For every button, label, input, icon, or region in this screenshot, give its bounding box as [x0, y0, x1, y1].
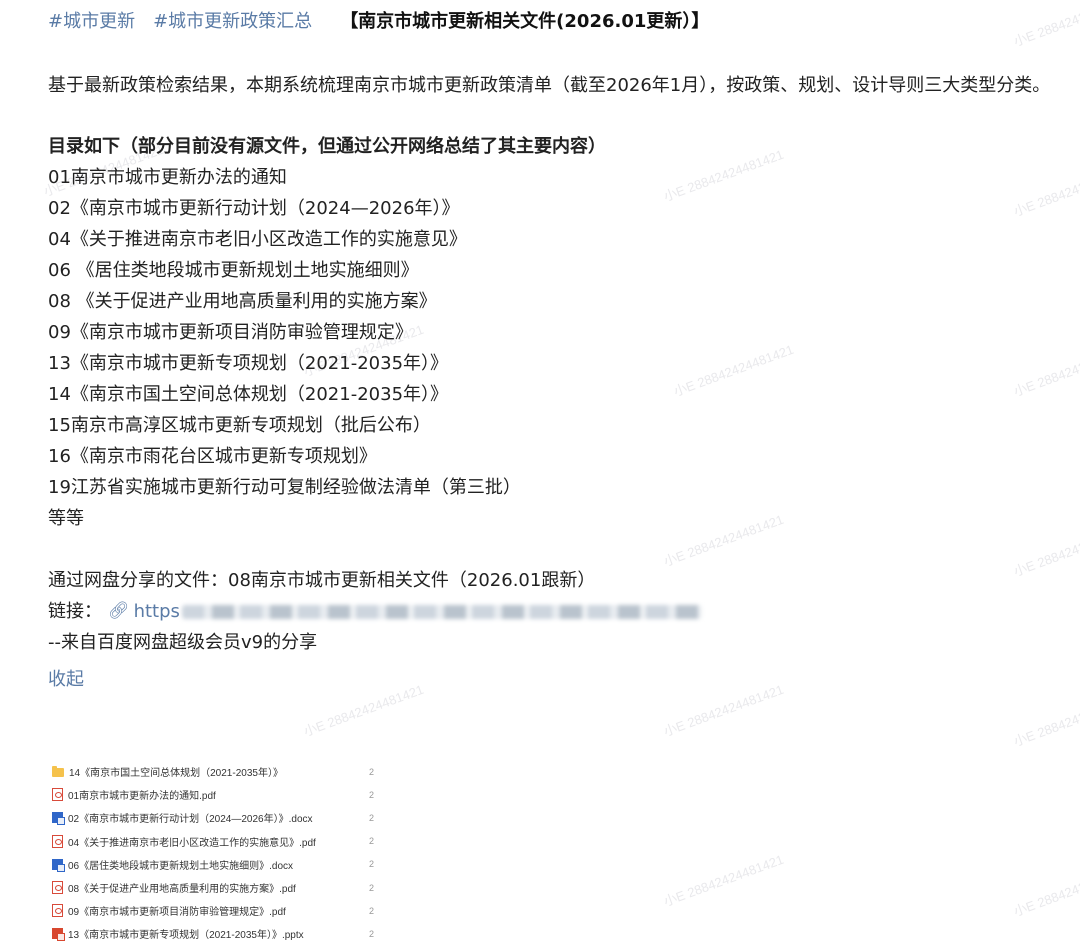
toc-heading: 目录如下（部分目前没有源文件，但通过公开网络总结了其主要内容）	[48, 136, 606, 157]
file-name: 08《关于促进产业用地高质量利用的实施方案》.pdf	[68, 884, 296, 896]
hashtag-link[interactable]: #城市更新	[48, 7, 135, 33]
file-name: 01南京市城市更新办法的通知.pdf	[68, 791, 216, 803]
file-row[interactable]: 14《南京市国土空间总体规划（2021-2035年）》 2	[52, 760, 382, 783]
file-name: 04《关于推进南京市老旧小区改造工作的实施意见》.pdf	[68, 837, 316, 849]
toc-item: 15南京市高淳区城市更新专项规划（批后公布）	[48, 415, 431, 436]
share-info: 通过网盘分享的文件：08南京市城市更新相关文件（2026.01跟新）	[48, 570, 596, 591]
file-name: 13《南京市城市更新专项规划（2021-2035年）》.pptx	[68, 930, 304, 942]
hashtag-link[interactable]: #城市更新政策汇总	[153, 7, 312, 33]
file-column: 2	[368, 812, 374, 823]
file-name: 02《南京市城市更新行动计划（2024—2026年）》.docx	[68, 814, 313, 826]
pdf-icon	[52, 788, 63, 802]
toc-item: 13《南京市城市更新专项规划（2021-2035年）》	[48, 353, 449, 374]
file-name: 06《居住类地段城市更新规划土地实施细则》.docx	[68, 860, 294, 872]
watermark: 小E 28842424481421	[1011, 861, 1080, 920]
file-column: 2	[368, 859, 374, 870]
file-row[interactable]: 01南京市城市更新办法的通知.pdf 2	[52, 783, 382, 806]
link-label: 链接：	[48, 601, 102, 622]
word-doc-icon	[52, 812, 65, 826]
collapse-link[interactable]: 收起	[48, 664, 1058, 695]
toc-item: 16《南京市雨花台区城市更新专项规划》	[48, 446, 377, 467]
file-list: 14《南京市国土空间总体规划（2021-2035年）》 2 01南京市城市更新办…	[52, 760, 382, 946]
post-title: 【南京市城市更新相关文件(2026.01更新）】	[340, 11, 710, 32]
pdf-icon	[52, 904, 63, 918]
file-column: 2	[368, 836, 374, 847]
file-row[interactable]: 09《南京市城市更新项目消防审验管理规定》.pdf 2	[52, 899, 382, 922]
pdf-icon	[52, 881, 63, 895]
file-row[interactable]: 13《南京市城市更新专项规划（2021-2035年）》.pptx 2	[52, 922, 382, 945]
file-row[interactable]: 06《居住类地段城市更新规划土地实施细则》.docx 2	[52, 853, 382, 876]
toc-item: 19江苏省实施城市更新行动可复制经验做法清单（第三批）	[48, 477, 521, 498]
word-doc-icon	[52, 858, 65, 872]
watermark: 小E 28842424481421	[1011, 691, 1080, 750]
toc-item: 06 《居住类地段城市更新规划土地实施细则》	[48, 260, 419, 281]
source-line: --来自百度网盘超级会员v9的分享	[48, 632, 318, 653]
watermark: 小E 28842424481421	[661, 851, 786, 910]
toc-item: 02《南京市城市更新行动计划（2024—2026年）》	[48, 198, 460, 219]
toc-item: 等等	[48, 508, 84, 529]
powerpoint-icon	[52, 928, 65, 942]
toc-item: 14《南京市国土空间总体规划（2021-2035年）》	[48, 384, 449, 405]
file-column: 2	[368, 905, 374, 916]
toc-item: 09《南京市城市更新项目消防审验管理规定》	[48, 322, 413, 343]
post-body: #城市更新 #城市更新政策汇总 【南京市城市更新相关文件(2026.01更新）】…	[48, 0, 1058, 695]
toc-item: 08 《关于促进产业用地高质量利用的实施方案》	[48, 291, 437, 312]
file-column: 2	[368, 882, 374, 893]
folder-icon	[52, 766, 64, 778]
intro-paragraph: 基于最新政策检索结果，本期系统梳理南京市城市更新政策清单（截至2026年1月），…	[48, 75, 1051, 96]
file-row[interactable]: 04《关于推进南京市老旧小区改造工作的实施意见》.pdf 2	[52, 830, 382, 853]
blurred-link[interactable]	[181, 604, 702, 619]
share-link-row: 链接： 🔗︎ https	[48, 596, 1058, 627]
share-link[interactable]: https	[134, 596, 180, 627]
toc-list: 01南京市城市更新办法的通知 02《南京市城市更新行动计划（2024—2026年…	[48, 162, 1058, 534]
file-column: 2	[368, 766, 374, 777]
file-column: 2	[368, 789, 374, 800]
file-name: 09《南京市城市更新项目消防审验管理规定》.pdf	[68, 907, 286, 919]
link-icon: 🔗︎	[108, 601, 130, 621]
post-header: #城市更新 #城市更新政策汇总 【南京市城市更新相关文件(2026.01更新）】	[48, 0, 1058, 40]
toc-item: 01南京市城市更新办法的通知	[48, 167, 287, 188]
file-row[interactable]: 02《南京市城市更新行动计划（2024—2026年）》.docx 2	[52, 806, 382, 829]
file-row[interactable]: 08《关于促进产业用地高质量利用的实施方案》.pdf 2	[52, 876, 382, 899]
file-column: 2	[368, 928, 374, 939]
file-name: 14《南京市国土空间总体规划（2021-2035年）》	[69, 768, 283, 780]
pdf-icon	[52, 834, 63, 848]
toc-item: 04《关于推进南京市老旧小区改造工作的实施意见》	[48, 229, 467, 250]
